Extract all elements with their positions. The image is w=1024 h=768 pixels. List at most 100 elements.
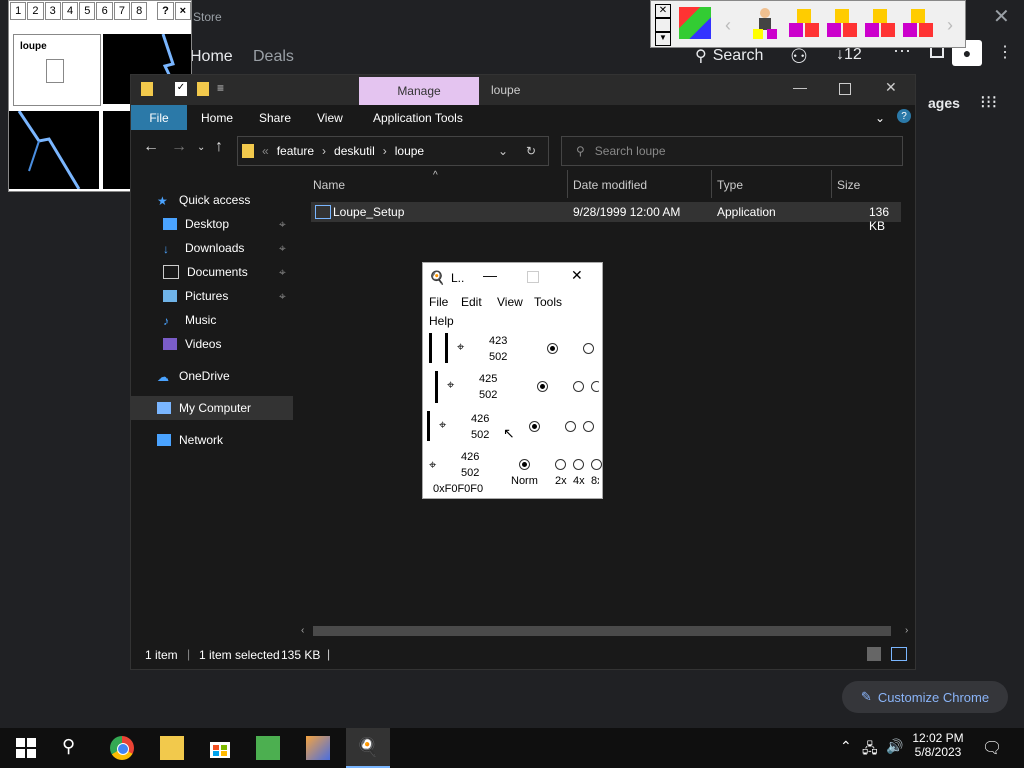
strip-close-icon[interactable]: ✕ bbox=[655, 4, 671, 18]
tab-application-tools[interactable]: Application Tools bbox=[373, 105, 463, 130]
scroll-thumb[interactable] bbox=[313, 626, 891, 636]
nav-network[interactable]: Network bbox=[131, 428, 319, 452]
store-label[interactable]: Store bbox=[193, 10, 222, 24]
mag-button-7[interactable]: 7 bbox=[113, 2, 131, 20]
close-button[interactable]: ✕ bbox=[885, 79, 897, 96]
customize-chrome-button[interactable]: ✎ Customize Chrome bbox=[842, 681, 1008, 713]
file-explorer-icon[interactable] bbox=[160, 736, 184, 760]
blocks-icon[interactable] bbox=[903, 9, 935, 41]
mag-button-5[interactable]: 5 bbox=[79, 2, 96, 20]
column-type[interactable]: Type bbox=[717, 178, 743, 192]
mag-button-1[interactable]: 1 bbox=[10, 2, 27, 20]
zoom-4x-radio[interactable] bbox=[591, 381, 599, 392]
zoom-2x-radio[interactable] bbox=[565, 421, 576, 432]
table-row[interactable]: Loupe_Setup 9/28/1999 12:00 AM Applicati… bbox=[311, 202, 901, 233]
up-button[interactable]: ↑ bbox=[215, 138, 223, 156]
loupe-minimize-button[interactable]: — bbox=[483, 267, 497, 283]
menu-tools[interactable]: Tools bbox=[534, 295, 562, 309]
mag-button-8[interactable]: 8 bbox=[131, 2, 148, 20]
refresh-icon[interactable]: ↻ bbox=[526, 144, 536, 158]
zoom-norm-radio[interactable] bbox=[537, 381, 548, 392]
tab-file[interactable]: File bbox=[131, 105, 187, 130]
scroll-right-icon[interactable]: › bbox=[905, 625, 908, 636]
scroll-left-icon[interactable]: ‹ bbox=[301, 625, 304, 636]
zoom-norm-radio[interactable] bbox=[547, 343, 558, 354]
zoom-4x-radio[interactable] bbox=[573, 459, 584, 470]
loupe-maximize-button[interactable] bbox=[527, 271, 539, 283]
tab-view[interactable]: View bbox=[317, 105, 343, 130]
tiles-view-icon[interactable] bbox=[891, 647, 907, 661]
zoom-2x-radio[interactable] bbox=[573, 381, 584, 392]
properties-icon[interactable]: ✓ bbox=[175, 82, 187, 96]
menu-edit[interactable]: Edit bbox=[461, 295, 482, 309]
nav-onedrive[interactable]: ☁ OneDrive bbox=[131, 364, 319, 388]
back-button[interactable]: ← bbox=[143, 138, 159, 156]
zoom-norm-radio[interactable] bbox=[529, 421, 540, 432]
breadcrumb-deskutil[interactable]: deskutil bbox=[334, 144, 375, 158]
tray-chevron-icon[interactable]: ⌃ bbox=[840, 738, 852, 755]
nav-deals[interactable]: Deals bbox=[253, 48, 294, 66]
nav-quick-access[interactable]: ★ Quick access bbox=[131, 188, 319, 212]
address-bar[interactable]: « feature › deskutil › loupe ⌄ ↻ bbox=[237, 136, 549, 166]
menu-view[interactable]: View bbox=[497, 295, 523, 309]
zoom-2x-radio[interactable] bbox=[583, 343, 594, 354]
tab-home[interactable]: Home bbox=[201, 105, 233, 130]
person-blocks-icon[interactable] bbox=[749, 7, 781, 39]
apps-grid-icon[interactable]: ⁝⁝⁝ bbox=[980, 92, 997, 113]
mag-button-4[interactable]: 4 bbox=[61, 2, 79, 20]
clock[interactable]: 12:02 PM 5/8/2023 bbox=[912, 731, 964, 759]
blocks-icon[interactable] bbox=[865, 9, 897, 41]
nav-my-computer[interactable]: My Computer bbox=[131, 396, 319, 420]
help-icon[interactable]: ? bbox=[897, 109, 911, 123]
tab-manage[interactable]: Manage bbox=[359, 77, 479, 105]
search-input[interactable]: ⚲ Search loupe bbox=[561, 136, 903, 166]
mag-close-button[interactable]: × bbox=[174, 2, 191, 20]
zoom-norm-radio[interactable] bbox=[519, 459, 530, 470]
start-icon[interactable] bbox=[14, 736, 38, 760]
chevron-left-icon[interactable]: ‹ bbox=[725, 15, 731, 36]
strip-minimize-icon[interactable] bbox=[655, 18, 671, 32]
chrome-icon[interactable] bbox=[110, 736, 134, 760]
forward-button[interactable]: → bbox=[171, 138, 187, 156]
chart-app-icon[interactable] bbox=[256, 736, 280, 760]
loupe-close-button[interactable]: ✕ bbox=[571, 267, 583, 284]
network-icon[interactable]: 🖧 bbox=[862, 738, 878, 762]
images-link[interactable]: ages bbox=[928, 95, 960, 111]
menu-file[interactable]: File bbox=[429, 295, 448, 309]
notification-icon[interactable]: 🗨 bbox=[982, 738, 1002, 758]
mag-button-2[interactable]: 2 bbox=[27, 2, 44, 20]
recent-dropdown-icon[interactable]: ⌄ bbox=[197, 142, 205, 153]
address-dropdown-icon[interactable]: ⌄ bbox=[498, 144, 508, 158]
expand-ribbon-icon[interactable]: ⌄ bbox=[875, 105, 885, 130]
maximize-button[interactable] bbox=[839, 83, 851, 95]
zoom-4x-radio[interactable] bbox=[583, 421, 594, 432]
zoom-2x-radio[interactable] bbox=[555, 459, 566, 470]
menu-icon[interactable]: ⋮ bbox=[997, 42, 1013, 62]
cube-app-icon[interactable] bbox=[306, 736, 330, 760]
mag-button-3[interactable]: 3 bbox=[44, 2, 61, 20]
breadcrumb-feature[interactable]: feature bbox=[277, 144, 314, 158]
store-icon[interactable] bbox=[208, 736, 232, 760]
rubik-cube-icon[interactable] bbox=[679, 7, 711, 39]
qat-dropdown-icon[interactable]: ≡ bbox=[217, 81, 224, 95]
volume-icon[interactable]: 🔊 bbox=[886, 738, 903, 755]
details-view-icon[interactable] bbox=[867, 647, 881, 661]
mag-button-6[interactable]: 6 bbox=[96, 2, 113, 20]
help-button[interactable]: ? bbox=[157, 2, 174, 20]
breadcrumb-loupe[interactable]: loupe bbox=[395, 144, 424, 158]
chevron-right-icon[interactable]: › bbox=[947, 15, 953, 36]
nav-home[interactable]: Home bbox=[190, 48, 233, 66]
blocks-icon[interactable] bbox=[827, 9, 859, 41]
horizontal-scrollbar[interactable]: ‹ › bbox=[301, 623, 915, 639]
column-size[interactable]: Size bbox=[837, 178, 860, 192]
search-button[interactable]: ⚲ Search bbox=[695, 46, 763, 66]
column-name[interactable]: Name bbox=[313, 178, 345, 192]
zoom-8x-radio[interactable] bbox=[591, 459, 602, 470]
new-folder-icon[interactable] bbox=[197, 82, 209, 96]
column-date[interactable]: Date modified bbox=[573, 178, 647, 192]
strip-dropdown-icon[interactable]: ▼ bbox=[655, 32, 671, 46]
loupe-taskbar-icon[interactable]: 🍳 bbox=[346, 728, 390, 768]
tab-share[interactable]: Share bbox=[259, 105, 291, 130]
search-icon[interactable]: ⚲ bbox=[62, 736, 86, 760]
close-icon[interactable]: ✕ bbox=[993, 4, 1010, 29]
